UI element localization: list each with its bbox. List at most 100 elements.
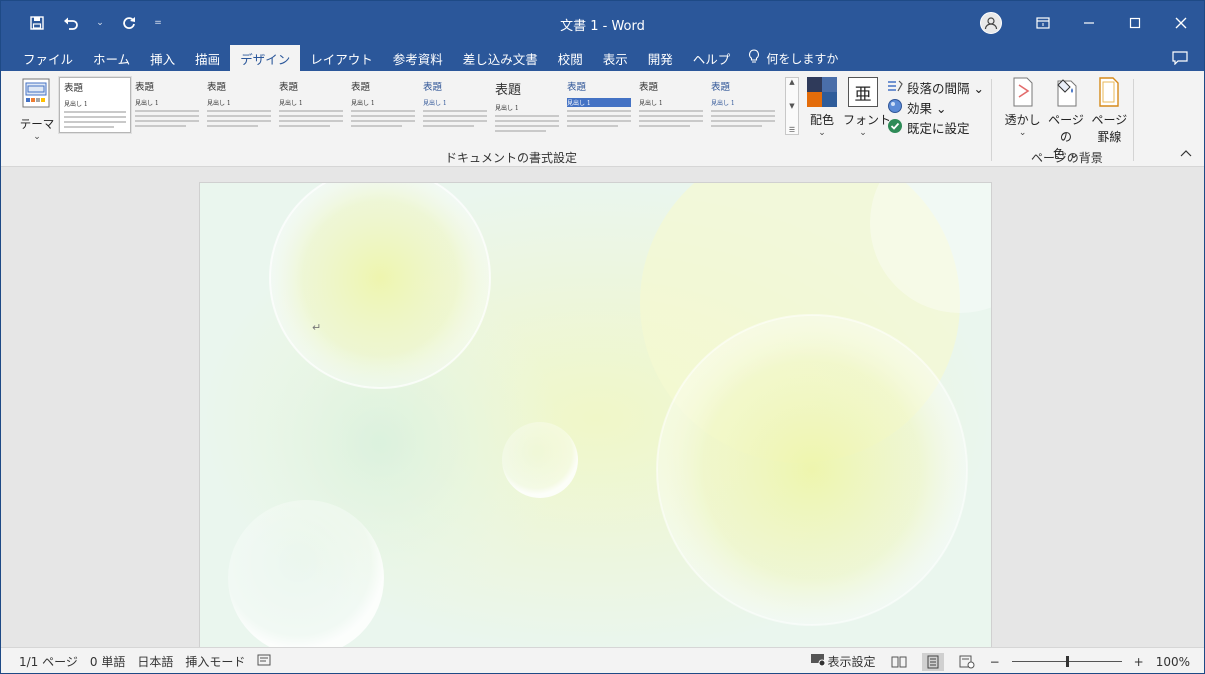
style-set-item[interactable]: 表題 見出し 1: [491, 77, 563, 133]
maximize-icon[interactable]: [1112, 1, 1158, 45]
style-set-item[interactable]: 表題 見出し 1: [635, 77, 707, 133]
read-mode-icon[interactable]: [888, 653, 910, 671]
tab-view[interactable]: 表示: [593, 45, 638, 71]
style-set-text-line: [711, 120, 775, 122]
fonts-label: フォント: [843, 113, 892, 127]
tab-developer[interactable]: 開発: [638, 45, 683, 71]
accessibility-icon[interactable]: [251, 653, 277, 670]
style-set-text-line: [567, 125, 619, 127]
insert-mode[interactable]: 挿入モード: [179, 653, 251, 670]
style-set-title: 表題: [135, 82, 155, 93]
tab-home[interactable]: ホーム: [83, 45, 140, 71]
style-set-text-line: [351, 125, 403, 127]
style-set-text-line: [639, 125, 691, 127]
style-set-title: 表題: [279, 82, 299, 93]
tab-references[interactable]: 参考資料: [383, 45, 453, 71]
display-settings-icon: [810, 653, 826, 670]
tab-review[interactable]: 校閲: [548, 45, 593, 71]
lightbulb-icon: [748, 49, 760, 67]
style-set-title: 表題: [567, 82, 587, 93]
style-set-text-line: [495, 130, 547, 132]
style-set-item[interactable]: 表題 見出し 1: [707, 77, 779, 133]
style-set-text-line: [711, 125, 763, 127]
style-set-text-line: [495, 115, 559, 117]
effects-icon: [887, 98, 903, 117]
checkmark-icon: [887, 118, 903, 137]
style-set-text-line: [279, 120, 343, 122]
colors-button[interactable]: 配色 ⌄: [805, 77, 839, 138]
zoom-out-button[interactable]: −: [990, 655, 1000, 669]
document-workspace: ↵: [1, 167, 1204, 652]
page-color-icon: [1054, 77, 1078, 107]
page-count[interactable]: 1/1 ページ: [1, 653, 84, 670]
style-set-heading: 見出し 1: [64, 101, 88, 108]
style-set-title: 表題: [64, 83, 84, 94]
fonts-icon: 亜: [848, 77, 878, 107]
tab-draw[interactable]: 描画: [185, 45, 230, 71]
style-set-item[interactable]: 表題 見出し 1: [347, 77, 419, 133]
fonts-button[interactable]: 亜 フォント ⌄: [843, 77, 892, 138]
tab-insert[interactable]: 挿入: [140, 45, 185, 71]
style-set-heading: 見出し 1: [567, 98, 631, 107]
tab-design[interactable]: デザイン: [230, 45, 301, 71]
themes-button[interactable]: テーマ ⌄: [15, 77, 59, 142]
style-set-text-line: [64, 126, 114, 128]
status-bar: 1/1 ページ 0 単語 日本語 挿入モード 表示設定 − + 100%: [1, 647, 1204, 673]
tab-mailings[interactable]: 差し込み文書: [453, 45, 548, 71]
style-set-text-line: [567, 115, 631, 117]
tab-file[interactable]: ファイル: [13, 45, 83, 71]
zoom-slider[interactable]: [1011, 656, 1122, 667]
close-icon[interactable]: [1158, 1, 1204, 45]
set-as-default-button[interactable]: 既定に設定: [887, 117, 987, 137]
style-set-item[interactable]: 表題 見出し 1: [275, 77, 347, 133]
style-set-item[interactable]: 表題見出し 1: [58, 76, 132, 134]
palette-swatch: [822, 77, 837, 92]
zoom-in-button[interactable]: +: [1134, 655, 1144, 669]
gallery-scroll[interactable]: ▲ ▼ ☰: [785, 77, 799, 135]
group-label-page-background: ページの背景: [1031, 151, 1103, 165]
style-set-heading: 見出し 1: [711, 100, 735, 107]
tell-me-search[interactable]: 何をしますか: [740, 45, 838, 71]
themes-label: テーマ: [19, 117, 55, 131]
style-set-text-line: [207, 110, 271, 112]
ribbon-display-options-icon[interactable]: [1020, 1, 1066, 45]
style-set-item[interactable]: 表題 見出し 1: [131, 77, 203, 133]
gallery-down-icon[interactable]: ▼: [789, 102, 794, 110]
set-as-default-label: 既定に設定: [907, 120, 970, 136]
language-indicator[interactable]: 日本語: [131, 653, 179, 670]
style-set-text-line: [64, 116, 126, 118]
style-set-text-line: [639, 115, 703, 117]
effects-button[interactable]: 効果 ⌄: [887, 97, 987, 117]
paragraph-spacing-button[interactable]: 段落の間隔 ⌄: [887, 77, 987, 97]
group-separator: [991, 79, 992, 161]
fonts-chevron-icon: ⌄: [859, 128, 867, 138]
zoom-level[interactable]: 100%: [1156, 655, 1190, 669]
gallery-more-icon[interactable]: ☰: [789, 126, 795, 134]
style-set-item[interactable]: 表題 見出し 1: [203, 77, 275, 133]
account-avatar-icon[interactable]: [980, 12, 1002, 34]
style-set-title: 表題: [207, 82, 227, 93]
style-set-item[interactable]: 表題 見出し 1: [419, 77, 491, 133]
word-count[interactable]: 0 単語: [84, 653, 131, 670]
style-set-text-line: [279, 125, 331, 127]
tab-help[interactable]: ヘルプ: [683, 45, 741, 71]
style-set-gallery: 表題 見出し 1 表題 見出し 1 表題 見出し 1 表題 見出し 1 表題 見出し 1 表題 見出し…: [58, 76, 799, 137]
minimize-icon[interactable]: [1066, 1, 1112, 45]
zoom-slider-thumb[interactable]: [1065, 656, 1069, 667]
document-page[interactable]: ↵: [199, 182, 992, 652]
comments-icon[interactable]: [1170, 49, 1190, 67]
print-layout-icon[interactable]: [921, 652, 944, 671]
style-set-text-line: [64, 111, 126, 113]
style-set-item[interactable]: 表題見出し 1: [563, 77, 635, 133]
format-options: 段落の間隔 ⌄ 効果 ⌄ 既定に設定: [887, 77, 987, 137]
page-borders-icon: [1097, 77, 1121, 107]
tab-layout[interactable]: レイアウト: [300, 45, 383, 71]
web-layout-icon[interactable]: [956, 653, 978, 671]
group-separator: [1133, 79, 1134, 161]
paragraph-mark: ↵: [312, 321, 322, 334]
style-set-heading: 見出し 1: [423, 100, 447, 107]
collapse-ribbon-icon[interactable]: [1180, 149, 1192, 160]
display-settings-button[interactable]: 表示設定: [810, 653, 876, 670]
gallery-up-icon[interactable]: ▲: [789, 78, 794, 86]
style-set-heading: 見出し 1: [351, 100, 375, 107]
